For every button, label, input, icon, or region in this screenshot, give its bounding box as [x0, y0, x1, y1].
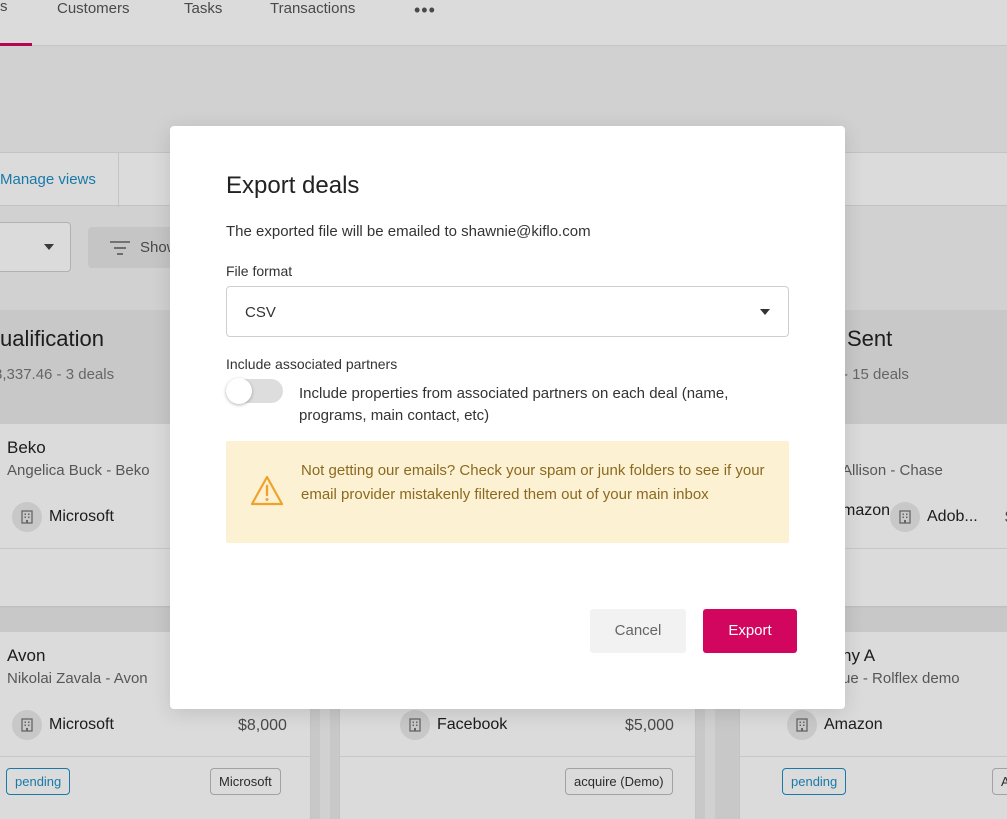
file-format-label: File format: [226, 263, 293, 279]
warning-icon: [250, 475, 284, 506]
email-warning-banner: Not getting our emails? Check your spam …: [226, 441, 789, 543]
dialog-title: Export deals: [226, 172, 360, 199]
chevron-down-icon: [760, 309, 770, 315]
partners-label: Include associated partners: [226, 356, 398, 372]
export-deals-dialog: Export deals The exported file will be e…: [170, 126, 845, 709]
warning-text: Not getting our emails? Check your spam …: [301, 462, 765, 503]
cancel-button[interactable]: Cancel: [590, 609, 686, 653]
file-format-value: CSV: [245, 304, 276, 321]
include-partners-toggle[interactable]: [226, 378, 283, 404]
toggle-knob: [226, 378, 252, 404]
file-format-select[interactable]: CSV: [226, 286, 789, 337]
export-email-info: The exported file will be emailed to sha…: [226, 223, 591, 240]
export-button[interactable]: Export: [703, 609, 797, 653]
partners-description: Include properties from associated partn…: [299, 385, 729, 424]
